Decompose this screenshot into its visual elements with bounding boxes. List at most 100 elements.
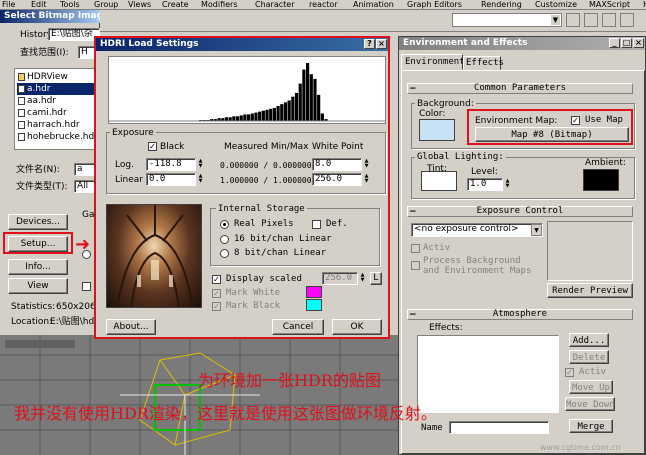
env-close-icon[interactable]: × <box>633 38 644 48</box>
menu-item-create[interactable]: Create <box>162 0 189 10</box>
real-pixels-radio[interactable] <box>220 220 229 229</box>
menu-item-tools[interactable]: Tools <box>60 0 80 10</box>
mark-black-swatch[interactable] <box>306 299 322 311</box>
def-checkbox[interactable] <box>312 220 321 229</box>
histogram-bar <box>306 63 310 121</box>
about-button[interactable]: About... <box>106 319 156 335</box>
close-icon[interactable]: × <box>376 39 387 49</box>
tint-color-swatch[interactable] <box>421 171 457 191</box>
effects-list[interactable] <box>417 335 559 413</box>
toolbar-icon-2[interactable] <box>584 13 598 27</box>
activ-checkbox[interactable] <box>411 244 420 253</box>
file-list-items: HDRView a.hdr aa.hdr cami.hdr harrach.hdr hoh… <box>17 71 99 143</box>
level-spinner[interactable]: ▲ ▼ <box>504 179 511 190</box>
common-params-rollout[interactable]: Common Parameters <box>407 83 633 94</box>
black-linear-spinner[interactable]: ▲ ▼ <box>197 174 204 185</box>
level-field[interactable]: 1.0 <box>467 178 503 191</box>
display-scaled-field[interactable]: 256.0 <box>322 272 358 285</box>
render-preview-button[interactable]: Render Preview <box>547 283 633 298</box>
maximize-icon[interactable]: □ <box>621 38 632 48</box>
file-list-item[interactable]: cami.hdr <box>17 107 99 119</box>
add-button[interactable]: Add... <box>569 333 609 347</box>
toolbar-icon-1[interactable] <box>566 13 580 27</box>
move-up-button[interactable]: Move Up <box>569 380 613 394</box>
minimize-icon[interactable]: _ <box>609 38 620 48</box>
display-scaled-checkbox[interactable]: ✓ <box>212 275 221 284</box>
menu-item-graph-editors[interactable]: Graph Editors <box>407 0 462 10</box>
toolbar-dropdown-arrow[interactable]: ▼ <box>550 14 561 26</box>
name-field[interactable] <box>449 421 549 434</box>
white-log-spinner[interactable]: ▲ ▼ <box>363 159 370 170</box>
background-label: Background: <box>415 99 476 109</box>
exposure-control-rollout[interactable]: Exposure Control <box>407 206 633 217</box>
delete-button[interactable]: Delete <box>569 350 609 364</box>
exposure-dropdown-icon[interactable]: ▼ <box>531 224 542 236</box>
menu-item-character[interactable]: Character <box>255 0 295 10</box>
mark-black-checkbox[interactable]: ✓ <box>212 302 221 311</box>
file-list-item[interactable]: hohebrucke.hdr <box>17 131 99 143</box>
mark-white-checkbox[interactable]: ✓ <box>212 289 221 298</box>
lookin-label: 查找范围(I): <box>20 48 69 58</box>
move-down-button[interactable]: Move Down <box>565 397 615 411</box>
8bit-radio[interactable] <box>220 249 229 258</box>
background-color-swatch[interactable] <box>419 119 455 141</box>
view-button[interactable]: View <box>8 278 68 294</box>
process-bg-line2: and Environment Maps <box>423 266 532 276</box>
sequence-checkbox[interactable] <box>82 282 91 291</box>
black-checkbox[interactable]: ✓ <box>148 142 157 151</box>
16bit-radio[interactable] <box>220 235 229 244</box>
histogram-bar <box>294 92 299 121</box>
file-list[interactable]: HDRView a.hdr aa.hdr cami.hdr harrach.hdr hoh… <box>14 68 100 150</box>
menu-item-rendering[interactable]: Rendering <box>481 0 522 10</box>
process-bg-checkbox[interactable] <box>411 261 420 270</box>
menu-item-reactor[interactable]: reactor <box>309 0 338 10</box>
black-log-field[interactable]: -118.8 <box>146 158 196 171</box>
menu-item-maxscript[interactable]: MAXScript <box>589 0 630 10</box>
file-list-item[interactable]: harrach.hdr <box>17 119 99 131</box>
file-name: cami.hdr <box>27 108 67 118</box>
exposure-select[interactable]: <no exposure control> <box>411 223 543 237</box>
black-linear-field[interactable]: 0.0 <box>146 173 196 186</box>
file-list-item[interactable]: a.hdr <box>17 83 99 95</box>
histogram-bar <box>232 116 236 121</box>
toolbar-dropdown[interactable] <box>452 13 562 27</box>
display-scaled-spinner[interactable]: ▲ ▼ <box>359 273 366 284</box>
histogram-bar <box>283 102 288 121</box>
hdri-preview-image <box>106 204 202 308</box>
black-log-spinner[interactable]: ▲ ▼ <box>197 159 204 170</box>
merge-button[interactable]: Merge <box>569 419 613 433</box>
active-checkbox[interactable]: ✓ <box>565 368 574 377</box>
mark-white-swatch[interactable] <box>306 286 322 298</box>
cancel-button[interactable]: Cancel <box>272 319 324 335</box>
l-button[interactable]: L <box>370 272 382 285</box>
white-linear-spinner[interactable]: ▲ ▼ <box>363 174 370 185</box>
menu-item-edit[interactable]: Edit <box>31 0 47 10</box>
file-list-item[interactable]: aa.hdr <box>17 95 99 107</box>
help-icon[interactable]: ? <box>364 39 375 49</box>
toolbar-icon-4[interactable] <box>620 13 634 27</box>
stats-label: Statistics: <box>11 302 56 312</box>
info-button[interactable]: Info... <box>8 259 68 275</box>
file-list-item[interactable]: HDRView <box>17 71 99 83</box>
devices-button[interactable]: Devices... <box>8 214 68 230</box>
tab-environment[interactable]: Environment <box>401 54 465 70</box>
menu-item-group[interactable]: Group <box>94 0 118 10</box>
tab-effects[interactable]: Effects <box>463 56 504 70</box>
toolbar-icon-3[interactable] <box>602 13 616 27</box>
menu-item-modifiers[interactable]: Modifiers <box>201 0 238 10</box>
menu-item-views[interactable]: Views <box>128 0 151 10</box>
ok-button[interactable]: OK <box>332 319 382 335</box>
white-log-field[interactable]: 8.0 <box>312 158 362 171</box>
white-point-label: White Point <box>312 142 364 152</box>
ambient-color-swatch[interactable] <box>583 169 619 191</box>
white-linear-field[interactable]: 256.0 <box>312 173 362 186</box>
atmosphere-rollout[interactable]: Atmosphere <box>407 309 633 320</box>
menu-item-animation[interactable]: Animation <box>353 0 394 10</box>
history-field[interactable]: E:\贴图\杂 <box>48 28 100 41</box>
menu-item-file[interactable]: File <box>2 0 15 10</box>
histogram-bar <box>302 69 306 121</box>
file-icon <box>18 121 25 129</box>
activ-label: Activ <box>423 243 451 253</box>
file-icon <box>18 97 25 105</box>
menu-item-customize[interactable]: Customize <box>535 0 577 10</box>
